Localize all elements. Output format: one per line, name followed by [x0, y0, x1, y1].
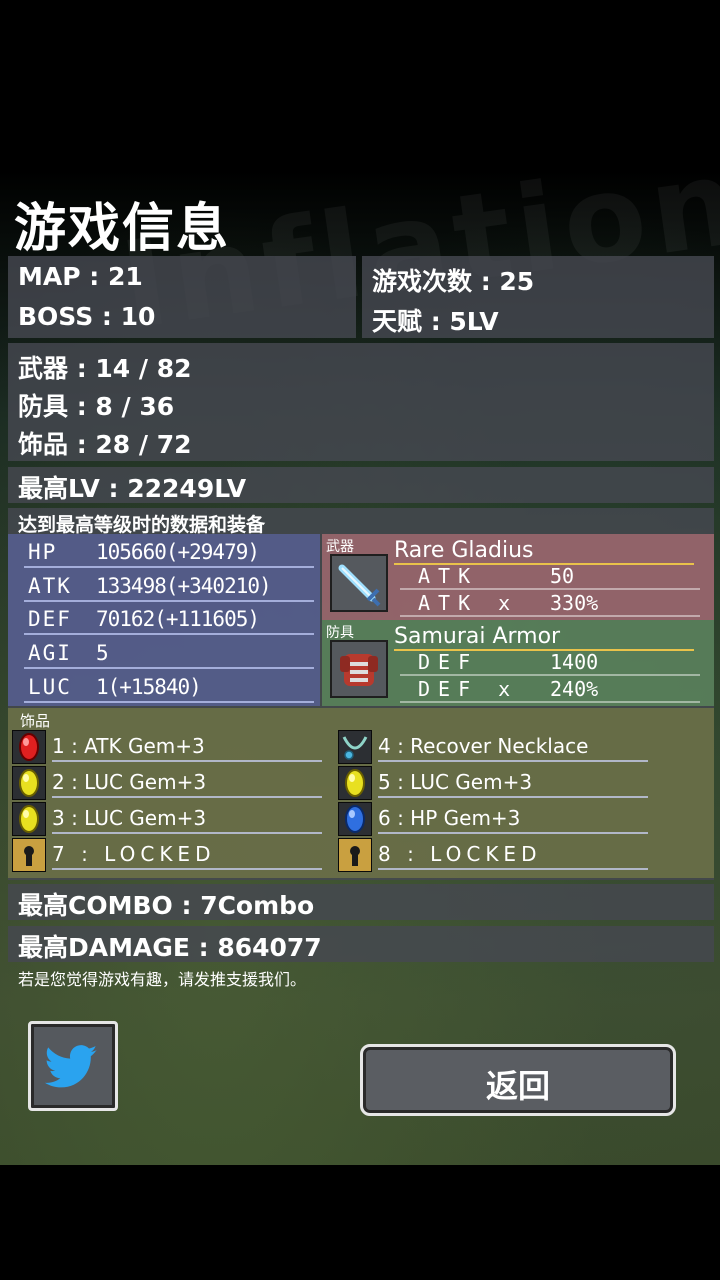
- accessory-slot-6: 6 : HP Gem+3: [338, 802, 678, 836]
- weapon-stat-key: ATK x: [418, 591, 519, 615]
- weapon-stat-value: 330%: [550, 591, 599, 615]
- blue-gem-icon: [338, 802, 372, 836]
- stats-panel: HP 105660(+29479) ATK 133498(+340210) DEF 7…: [8, 534, 320, 706]
- accessory-slot-4: 4 : Recover Necklace: [338, 730, 678, 764]
- accessory-collection: 饰品 : 28 / 72: [18, 430, 192, 459]
- stat-value: 5: [96, 641, 109, 665]
- armor-def-mult-line: DEF x 240%: [400, 677, 700, 703]
- stat-key: DEF: [28, 607, 72, 631]
- accessory-slot-2: 2 : LUC Gem+3: [12, 766, 352, 800]
- armor-panel: 防具 Samurai Armor DEF 1400 DEF x 240%: [322, 620, 714, 706]
- stat-value: 1(+15840): [96, 675, 202, 699]
- yellow-gem-icon: [12, 802, 46, 836]
- back-button[interactable]: 返回: [360, 1044, 676, 1116]
- accessory-text: 2 : LUC Gem+3: [52, 770, 322, 798]
- armor-stat-key: DEF: [418, 650, 479, 674]
- map-boss-panel: MAP : 21 BOSS : 10: [8, 256, 356, 338]
- weapon-atk-line: ATK 50: [400, 564, 700, 590]
- accessory-text: 6 : HP Gem+3: [378, 806, 648, 834]
- accessory-slot-5: 5 : LUC Gem+3: [338, 766, 678, 800]
- accessory-panel: 饰品 1 : ATK Gem+3 4 : Recover Necklace 2 …: [8, 708, 714, 878]
- max-level-section-label: 达到最高等级时的数据和装备: [18, 514, 266, 536]
- stat-key: HP: [28, 540, 58, 564]
- bottom-letterbox: [0, 1165, 720, 1280]
- stat-key: LUC: [28, 675, 72, 699]
- accessory-text: 8 : LOCKED: [378, 842, 648, 870]
- map-value: MAP : 21: [18, 262, 143, 291]
- lock-icon: [12, 838, 46, 872]
- stat-def: DEF 70162(+111605): [24, 605, 314, 635]
- back-button-label: 返回: [485, 1067, 550, 1105]
- armor-stat-value: 240%: [550, 677, 599, 701]
- weapon-stat-key: ATK: [418, 564, 479, 588]
- stat-value: 105660(+29479): [96, 540, 260, 564]
- stat-hp: HP 105660(+29479): [24, 538, 314, 568]
- weapon-name: Rare Gladius: [394, 538, 694, 565]
- accessory-text: 3 : LUC Gem+3: [52, 806, 322, 834]
- page-title: 游戏信息: [14, 199, 231, 259]
- accessory-slot-8: 8 : LOCKED: [338, 838, 678, 872]
- necklace-icon: [338, 730, 372, 764]
- support-hint: 若是您觉得游戏有趣，请发推支援我们。: [18, 970, 307, 989]
- armor-collection: 防具 : 8 / 36: [18, 392, 175, 421]
- talent-value: 天赋 : 5LV: [372, 307, 499, 336]
- yellow-gem-icon: [338, 766, 372, 800]
- max-damage-value: 最高DAMAGE : 864077: [18, 933, 322, 962]
- accessory-text: 5 : LUC Gem+3: [378, 770, 648, 798]
- play-count-value: 游戏次数 : 25: [372, 267, 535, 296]
- stat-value: 133498(+340210): [96, 574, 272, 598]
- twitter-button[interactable]: [28, 1021, 118, 1111]
- stat-value: 70162(+111605): [96, 607, 260, 631]
- max-combo-value: 最高COMBO : 7Combo: [18, 891, 315, 920]
- twitter-bird-icon: [44, 1045, 97, 1088]
- accessory-text: 7 : LOCKED: [52, 842, 322, 870]
- sword-icon: [330, 554, 388, 612]
- armor-stat-value: 1400: [550, 650, 599, 674]
- armor-def-line: DEF 1400: [400, 650, 700, 676]
- weapon-stat-value: 50: [550, 564, 575, 588]
- max-level-panel: 最高LV : 22249LV: [8, 467, 714, 503]
- collection-panel: 武器 : 14 / 82 防具 : 8 / 36 饰品 : 28 / 72: [8, 343, 714, 461]
- max-level-value: 最高LV : 22249LV: [18, 474, 247, 503]
- armor-label: 防具: [326, 625, 354, 641]
- stat-key: ATK: [28, 574, 72, 598]
- max-damage-panel: 最高DAMAGE : 864077: [8, 926, 714, 962]
- accessory-text: 4 : Recover Necklace: [378, 734, 648, 762]
- armor-icon: [330, 640, 388, 698]
- weapon-panel: 武器 Rare Gladius ATK 50 ATK x 330%: [322, 534, 714, 620]
- weapon-collection: 武器 : 14 / 82: [18, 354, 192, 383]
- stat-agi: AGI 5: [24, 639, 314, 669]
- play-talent-panel: 游戏次数 : 25 天赋 : 5LV: [362, 256, 714, 338]
- red-gem-icon: [12, 730, 46, 764]
- armor-name: Samurai Armor: [394, 624, 694, 651]
- boss-value: BOSS : 10: [18, 302, 156, 331]
- accessory-label: 饰品: [20, 712, 51, 730]
- yellow-gem-icon: [12, 766, 46, 800]
- stat-luc: LUC 1(+15840): [24, 673, 314, 703]
- max-combo-panel: 最高COMBO : 7Combo: [8, 884, 714, 920]
- stat-key: AGI: [28, 641, 72, 665]
- accessory-text: 1 : ATK Gem+3: [52, 734, 322, 762]
- weapon-atk-mult-line: ATK x 330%: [400, 591, 700, 617]
- stat-atk: ATK 133498(+340210): [24, 572, 314, 602]
- accessory-slot-3: 3 : LUC Gem+3: [12, 802, 352, 836]
- weapon-label: 武器: [326, 539, 354, 555]
- accessory-slot-1: 1 : ATK Gem+3: [12, 730, 352, 764]
- accessory-slot-7: 7 : LOCKED: [12, 838, 352, 872]
- armor-stat-key: DEF x: [418, 677, 519, 701]
- lock-icon: [338, 838, 372, 872]
